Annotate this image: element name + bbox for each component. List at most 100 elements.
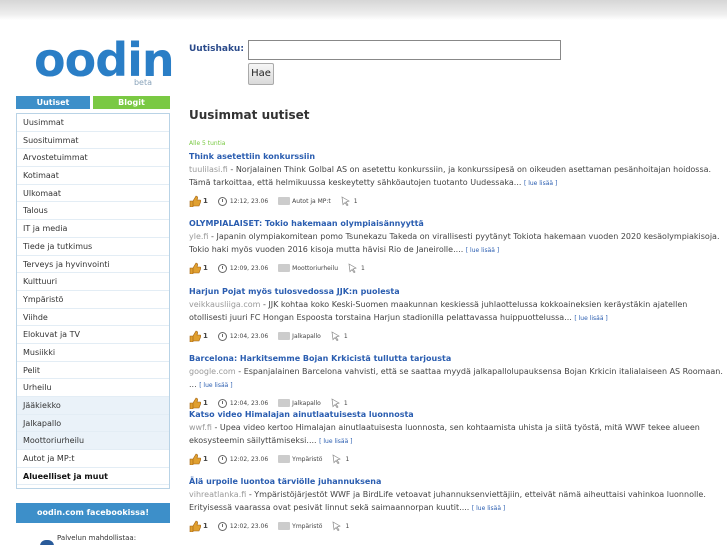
- read-more-link[interactable]: [ lue lisää ]: [319, 438, 352, 445]
- read-more-link[interactable]: [ lue lisää ]: [199, 382, 232, 389]
- article-text: JJK kohtaa koko Keski-Suomen maakunnan k…: [189, 300, 688, 322]
- read-more-link[interactable]: [ lue lisää ]: [472, 505, 505, 512]
- sidebar-item[interactable]: Musiikki: [17, 344, 169, 362]
- article-time: 12:02, 23.06: [229, 522, 269, 530]
- article-source: wwf.fi: [189, 423, 212, 432]
- like-count: 1: [203, 332, 208, 340]
- sidebar-item[interactable]: Kulttuuri: [17, 273, 169, 291]
- read-more-link[interactable]: [ lue lisää ]: [524, 180, 557, 187]
- click-count: 1: [345, 455, 350, 463]
- sidebar-item[interactable]: Jalkapallo: [17, 414, 169, 433]
- thumbs-up-icon[interactable]: [189, 262, 201, 274]
- sidebar-item[interactable]: Arvostetuimmat: [17, 149, 169, 168]
- article-source: veikkausliiga.com: [189, 300, 261, 309]
- tab-news[interactable]: Uutiset: [16, 96, 90, 109]
- pointer-icon: [331, 331, 340, 341]
- click-count: 1: [353, 197, 358, 205]
- sidebar-item[interactable]: Tiede ja tutkimus: [17, 238, 169, 256]
- article-category[interactable]: Ympäristö: [292, 523, 322, 530]
- article-time: 12:04, 23.06: [229, 332, 269, 340]
- like-count: 1: [203, 264, 208, 272]
- article-title[interactable]: Harjun Pojat myös tulosvedossa JJK:n puo…: [189, 286, 724, 298]
- article-text: Norjalainen Think Golbal AS on asetettu …: [189, 165, 712, 187]
- like-count: 1: [203, 522, 208, 530]
- article-time: 12:02, 23.06: [229, 455, 269, 463]
- news-article: Barcelona: Harkitsemme Bojan Krkicistä t…: [189, 353, 724, 409]
- sidebar-item[interactable]: Terveys ja hyvinvointi: [17, 256, 169, 274]
- article-category[interactable]: Ympäristö: [292, 456, 322, 463]
- read-more-link[interactable]: [ lue lisää ]: [574, 315, 607, 322]
- article-text: Japanin olympiakomitean pomo Tsunekazu T…: [189, 232, 720, 254]
- sidebar-item[interactable]: Pelit: [17, 362, 169, 380]
- site-logo[interactable]: oodin beta: [30, 33, 175, 87]
- article-time: 12:12, 23.06: [229, 197, 269, 205]
- sidebar-item[interactable]: Ympäristö: [17, 291, 169, 309]
- article-title[interactable]: Think asetettiin konkurssiin: [189, 151, 724, 163]
- category-icon: [278, 399, 291, 407]
- thumbs-up-icon[interactable]: [189, 397, 201, 409]
- article-text: Upea video kertoo Himalajan ainutlaatuis…: [189, 423, 700, 445]
- article-text: Espanjalainen Barcelona vahvisti, että s…: [189, 367, 723, 389]
- news-article: OLYMPIALAISET: Tokio hakemaan olympiaisä…: [189, 218, 724, 275]
- footer-note: Palvelun mahdollistaa:: [57, 534, 137, 542]
- clock-icon: [217, 331, 227, 341]
- tab-blogs[interactable]: Blogit: [93, 96, 170, 109]
- article-time: 12:09, 23.06: [229, 264, 269, 272]
- facebook-button[interactable]: oodin.com facebookissa!: [16, 503, 170, 523]
- pointer-icon: [331, 398, 340, 408]
- article-category[interactable]: Jalkapallo: [292, 400, 321, 407]
- sidebar-item[interactable]: IT ja media: [17, 220, 169, 238]
- clock-icon: [217, 521, 227, 531]
- sidebar-item[interactable]: Suosituimmat: [17, 132, 169, 150]
- search-input[interactable]: [248, 40, 561, 60]
- click-count: 1: [345, 522, 350, 530]
- article-title[interactable]: Katso video Himalajan ainutlaatuisesta l…: [189, 409, 724, 421]
- news-article: Älä urpoile luontoa tärviölle juhannukse…: [189, 476, 724, 533]
- thumbs-up-icon[interactable]: [189, 520, 201, 532]
- sidebar-item[interactable]: Jääkiekko: [17, 397, 169, 415]
- article-title[interactable]: Barcelona: Harkitsemme Bojan Krkicistä t…: [189, 353, 724, 365]
- time-group-label: Alle 5 tuntia: [189, 140, 226, 147]
- thumbs-up-icon[interactable]: [189, 453, 201, 465]
- sidebar-item[interactable]: Alueelliset ja muut: [17, 468, 169, 486]
- article-category[interactable]: Jalkapallo: [292, 333, 321, 340]
- pointer-icon: [341, 196, 350, 206]
- article-title[interactable]: Älä urpoile luontoa tärviölle juhannukse…: [189, 476, 724, 488]
- search-label: Uutishaku:: [189, 44, 244, 54]
- article-title[interactable]: OLYMPIALAISET: Tokio hakemaan olympiaisä…: [189, 218, 724, 230]
- category-sidebar: Uusimmat Suosituimmat Arvostetuimmat Kot…: [16, 113, 170, 489]
- click-count: 1: [361, 264, 365, 272]
- article-source: tuulilasi.fi: [189, 165, 228, 174]
- article-source: yle.fi: [189, 232, 209, 241]
- pointer-icon: [333, 454, 342, 464]
- thumbs-up-icon[interactable]: [189, 330, 201, 342]
- sidebar-item[interactable]: Elokuvat ja TV: [17, 326, 169, 344]
- clock-icon: [217, 263, 227, 273]
- article-time: 12:04, 23.06: [229, 399, 269, 407]
- page-title: Uusimmat uutiset: [189, 108, 310, 122]
- sidebar-item[interactable]: Ulkomaat: [17, 185, 169, 203]
- article-category[interactable]: Autot ja MP:t: [292, 198, 331, 205]
- pointer-icon: [333, 521, 342, 531]
- sidebar-item[interactable]: Moottoriurheilu: [17, 432, 169, 451]
- read-more-link[interactable]: [ lue lisää ]: [466, 247, 499, 254]
- sidebar-item[interactable]: Autot ja MP:t: [17, 450, 169, 468]
- click-count: 1: [343, 332, 348, 340]
- sidebar-item[interactable]: Viihde: [17, 309, 169, 327]
- clock-icon: [217, 196, 227, 206]
- sidebar-item[interactable]: Uusimmat: [17, 114, 169, 132]
- thumbs-up-icon[interactable]: [189, 195, 201, 207]
- search-button[interactable]: Hae: [248, 63, 274, 85]
- sidebar-item[interactable]: Urheilu: [17, 379, 169, 397]
- clock-icon: [217, 454, 227, 464]
- like-count: 1: [203, 455, 208, 463]
- category-icon: [278, 264, 291, 272]
- article-category[interactable]: Moottoriurheilu: [292, 265, 338, 272]
- sidebar-item[interactable]: Talous: [17, 202, 169, 221]
- article-text: Ympäristöjärjestöt WWF ja BirdLife vetoa…: [189, 490, 706, 512]
- clock-icon: [217, 398, 227, 408]
- pointer-icon: [348, 263, 357, 273]
- click-count: 1: [343, 399, 348, 407]
- category-icon: [278, 332, 291, 340]
- sidebar-item[interactable]: Kotimaat: [17, 167, 169, 185]
